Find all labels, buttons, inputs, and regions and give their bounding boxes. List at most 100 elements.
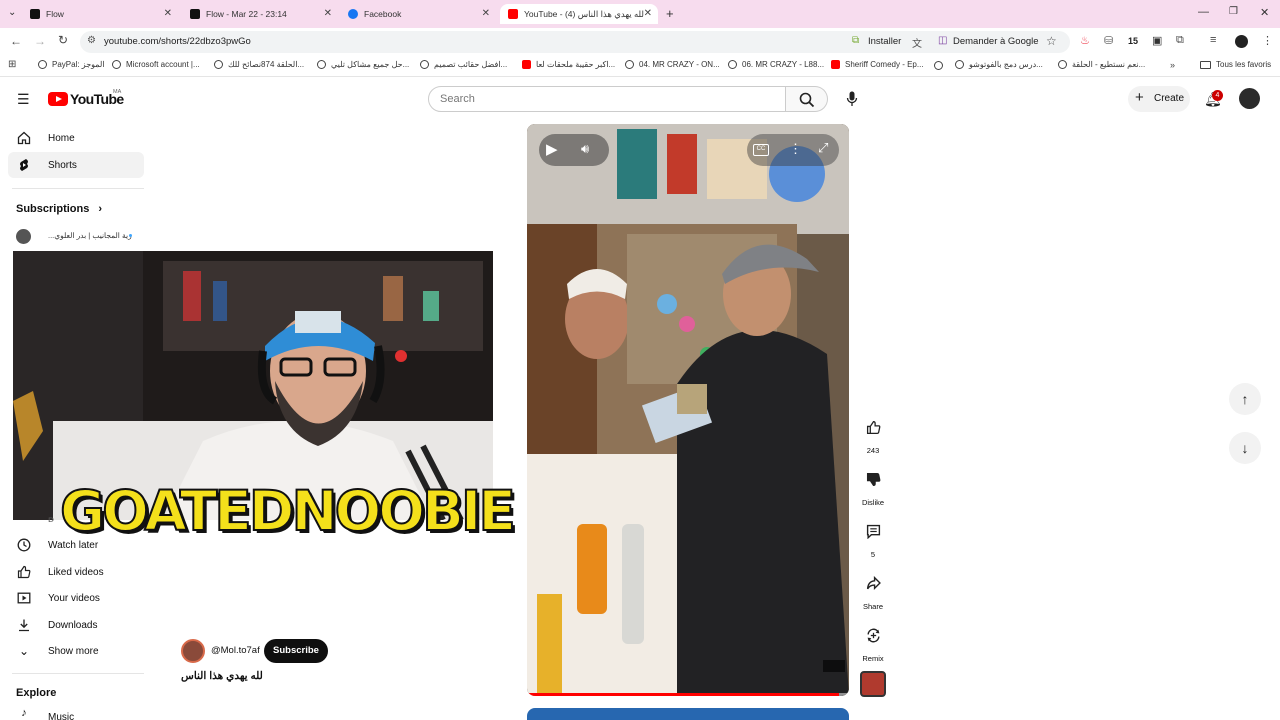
previous-short-button[interactable]: ↑	[1229, 383, 1261, 415]
bookmark-item[interactable]: افضل حقائب تصميم...	[420, 60, 507, 69]
sidebar-item-show-more[interactable]: ⌄ Show more	[8, 638, 144, 664]
like-action[interactable]: 243	[860, 414, 886, 455]
bookmark-item[interactable]: 04. MR CRAZY - ON...	[625, 60, 720, 69]
restore-icon[interactable]: ❐	[1229, 6, 1238, 17]
sidebar-item-home[interactable]: Home	[8, 125, 144, 151]
extensions-icon[interactable]: ⧉	[1176, 34, 1184, 47]
more-bookmarks-icon[interactable]: »	[1170, 60, 1175, 70]
bookmark-label: افضل حقائب تصميم...	[434, 60, 508, 69]
comment-icon	[866, 524, 880, 539]
audio-source-thumbnail[interactable]	[860, 671, 886, 697]
globe-icon	[625, 60, 634, 69]
address-bar[interactable]: ⚙ youtube.com/shorts/22dbzo3pwGo ⧉ Insta…	[80, 31, 1070, 53]
close-tab-icon[interactable]: ✕	[644, 8, 652, 19]
close-window-icon[interactable]: ✕	[1260, 6, 1269, 19]
shorts-icon	[17, 158, 31, 172]
sidebar-item-subscription-channel[interactable]: ...رية المجانيب | بدر العلوي	[16, 228, 144, 244]
bookmark-item[interactable]: نعم نستطيع - الحلقة...	[1058, 60, 1145, 69]
sidebar-item-your-videos[interactable]: Your videos	[8, 585, 144, 611]
bookmark-item[interactable]: PayPal: الموجز	[38, 60, 105, 69]
bookmark-label: نعم نستطيع - الحلقة...	[1072, 60, 1146, 69]
globe-icon	[934, 61, 943, 70]
sidebar-item-shorts[interactable]: Shorts	[8, 152, 144, 178]
tab-youtube[interactable]: YouTube - (4) لله يهدي هذا الناس ✕	[500, 4, 658, 24]
close-tab-icon[interactable]: ✕	[482, 8, 490, 19]
sidebar-item-liked-videos[interactable]: Liked videos	[8, 559, 144, 585]
extension-icon[interactable]: ⛁	[1104, 34, 1113, 47]
reload-icon[interactable]: ↻	[58, 33, 68, 47]
like-button[interactable]	[860, 414, 886, 440]
comments-action[interactable]: 5	[860, 518, 886, 559]
account-avatar[interactable]	[1239, 88, 1260, 109]
search-icon	[799, 92, 815, 108]
next-short-preview[interactable]	[527, 708, 849, 720]
create-button[interactable]: + Create	[1128, 86, 1190, 112]
volume-icon[interactable]: 🔊︎	[581, 141, 589, 157]
extension-count[interactable]: 15	[1128, 36, 1138, 46]
subscriptions-header[interactable]: Subscriptions ›	[16, 203, 102, 215]
more-options-icon[interactable]: ⋮	[789, 141, 802, 157]
sidebar-item-label: Shorts	[48, 159, 77, 171]
bookmark-item[interactable]: حل جميع مشاكل تليي...	[317, 60, 409, 69]
globe-icon	[214, 60, 223, 69]
minimize-icon[interactable]: —	[1198, 6, 1209, 18]
microphone-icon[interactable]	[846, 91, 858, 107]
new-tab-button[interactable]: +	[666, 6, 674, 21]
short-channel-avatar[interactable]	[181, 639, 205, 663]
like-count: 243	[866, 446, 880, 455]
tab-facebook[interactable]: Facebook ✕	[348, 4, 498, 24]
search-input[interactable]: Search	[428, 86, 786, 112]
close-tab-icon[interactable]: ✕	[164, 8, 172, 19]
bookmark-label: Microsoft account |...	[126, 60, 200, 69]
share-action[interactable]: Share	[860, 570, 886, 611]
progress-track[interactable]	[527, 693, 849, 696]
share-label: Share	[862, 602, 883, 611]
apps-grid-icon[interactable]: ⊞	[8, 59, 16, 70]
dislike-button[interactable]	[860, 466, 886, 492]
bookmark-item[interactable]: Sheriff Comedy - Ep...	[831, 60, 924, 69]
tab-flow-mar[interactable]: Flow - Mar 22 - 23:14 ✕	[190, 4, 340, 24]
profile-avatar[interactable]	[1235, 35, 1248, 48]
close-tab-icon[interactable]: ✕	[324, 8, 332, 19]
ask-google-button[interactable]: Demander à Google	[953, 36, 1039, 47]
bookmark-item[interactable]: درس دمج بالفوتوشو...	[955, 60, 1043, 69]
extension-fire-icon[interactable]: ♨	[1080, 34, 1090, 47]
site-info-icon[interactable]: ⚙	[87, 35, 96, 46]
remix-button[interactable]	[860, 622, 886, 648]
short-video-player[interactable]: ▶ 🔊︎ CC ⋮ ⤢	[527, 124, 849, 696]
comments-button[interactable]	[860, 518, 886, 544]
translate-icon[interactable]: 文	[912, 35, 922, 50]
short-channel-name[interactable]: @Mol.to7af	[211, 645, 260, 656]
bookmark-item[interactable]: Microsoft account |...	[112, 60, 200, 69]
captions-button[interactable]: CC	[753, 144, 769, 156]
media-controls-icon[interactable]: ≡	[1210, 34, 1216, 46]
tab-search-chevron-icon[interactable]: ⌄	[8, 7, 16, 18]
dislike-action[interactable]: Dislike	[860, 466, 886, 507]
search-button[interactable]	[786, 86, 828, 112]
bookmark-label: الحلقة 874نصائح للك...	[228, 60, 305, 69]
all-bookmarks-folder[interactable]: Tous les favoris	[1200, 60, 1271, 69]
sidebar-item-music[interactable]: ♪ Music	[8, 706, 144, 720]
fullscreen-icon[interactable]: ⤢	[818, 140, 828, 156]
short-title: لله يهدي هذا الناس	[181, 670, 263, 682]
subscribe-button[interactable]: Subscribe	[264, 639, 328, 663]
bookmark-item[interactable]: اكبر حقيبة ملحقات لعا...	[522, 60, 615, 69]
bookmark-item[interactable]: 06. MR CRAZY - L88...	[728, 60, 824, 69]
extension-puzzle-icon[interactable]: ▣	[1152, 34, 1162, 47]
share-button[interactable]	[860, 570, 886, 596]
bookmark-star-icon[interactable]: ☆	[1046, 34, 1057, 48]
next-short-button[interactable]: ↓	[1229, 432, 1261, 464]
back-icon[interactable]: ←	[10, 34, 22, 48]
tab-flow[interactable]: Flow ✕	[30, 4, 180, 24]
sidebar-item-downloads[interactable]: Downloads	[8, 612, 144, 638]
thumbs-up-icon	[17, 565, 31, 579]
browser-menu-icon[interactable]: ⋮	[1262, 34, 1273, 47]
bookmark-item[interactable]: الحلقة 874نصائح للك...	[214, 60, 304, 69]
install-button[interactable]: Installer	[868, 36, 901, 47]
new-content-dot	[129, 234, 132, 237]
remix-action[interactable]: Remix	[860, 622, 886, 663]
play-button-icon[interactable]: ▶	[546, 140, 558, 158]
forward-icon[interactable]: →	[34, 34, 46, 48]
url-text[interactable]: youtube.com/shorts/22dbzo3pwGo	[104, 36, 251, 47]
hamburger-menu-icon[interactable]: ☰	[17, 91, 30, 108]
